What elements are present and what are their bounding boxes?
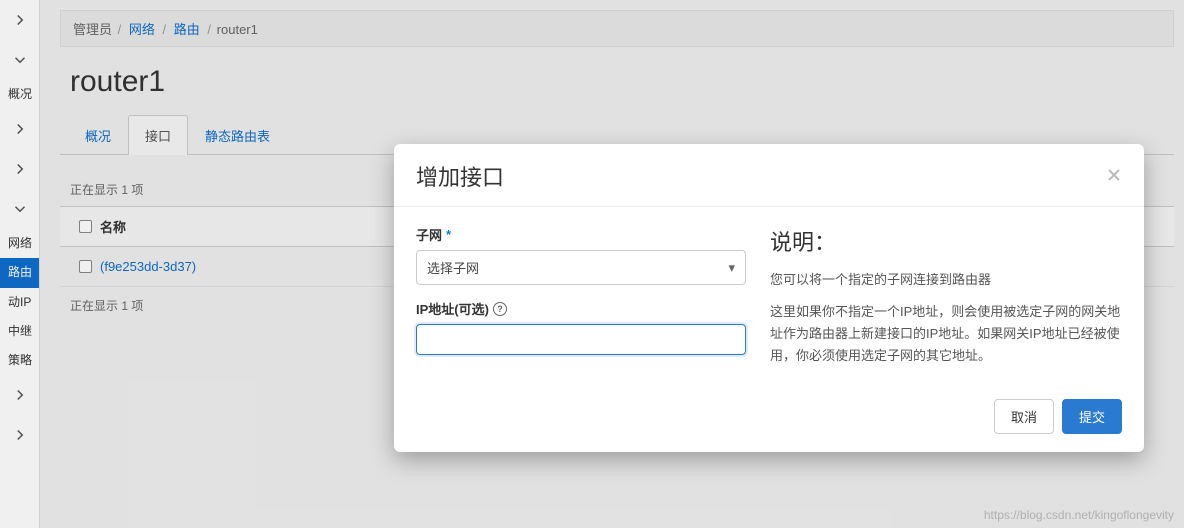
ip-address-input[interactable] — [416, 324, 746, 355]
description-p1: 您可以将一个指定的子网连接到路由器 — [770, 269, 1122, 291]
subnet-select[interactable]: 选择子网 ▾ — [416, 250, 746, 285]
modal-header: 增加接口 — [394, 144, 1144, 207]
submit-button[interactable]: 提交 — [1062, 399, 1122, 434]
subnet-label: 子网 * — [416, 225, 746, 244]
add-interface-modal: 增加接口 子网 * 选择子网 ▾ IP地址(可选) ? — [394, 144, 1144, 452]
help-icon[interactable]: ? — [493, 302, 507, 316]
modal-footer: 取消 提交 — [394, 389, 1144, 452]
subnet-label-text: 子网 — [416, 225, 442, 244]
description-title: 说明： — [770, 225, 1122, 257]
modal-title: 增加接口 — [416, 160, 504, 192]
modal-description: 说明： 您可以将一个指定的子网连接到路由器 这里如果你不指定一个IP地址，则会使… — [770, 225, 1122, 377]
required-star-icon: * — [446, 227, 451, 242]
ip-label-text: IP地址(可选) — [416, 299, 489, 318]
modal-body: 子网 * 选择子网 ▾ IP地址(可选) ? 说明： 您可以将一个指定的子网连接… — [394, 207, 1144, 389]
subnet-selected-value: 选择子网 — [427, 258, 479, 277]
modal-form: 子网 * 选择子网 ▾ IP地址(可选) ? — [416, 225, 746, 377]
description-p2: 这里如果你不指定一个IP地址，则会使用被选定子网的网关地址作为路由器上新建接口的… — [770, 301, 1122, 367]
cancel-button[interactable]: 取消 — [994, 399, 1054, 434]
watermark: https://blog.csdn.net/kingoflongevity — [984, 508, 1174, 522]
caret-down-icon: ▾ — [728, 260, 735, 276]
ip-label: IP地址(可选) ? — [416, 299, 746, 318]
ip-field-group: IP地址(可选) ? — [416, 299, 746, 355]
close-icon[interactable] — [1106, 167, 1122, 186]
subnet-field-group: 子网 * 选择子网 ▾ — [416, 225, 746, 285]
